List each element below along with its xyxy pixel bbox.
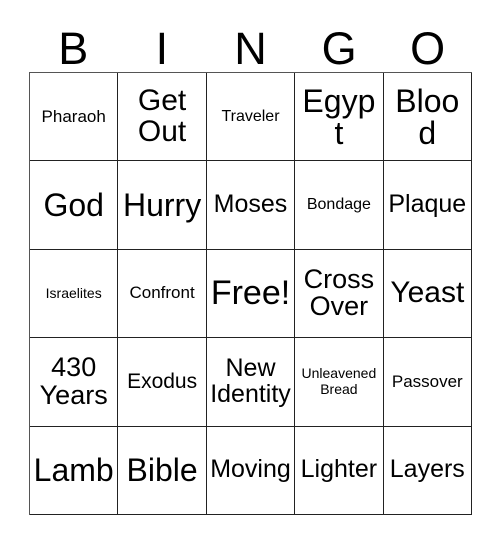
bingo-cell-label: Moving <box>210 455 291 484</box>
bingo-cell[interactable]: Yeast <box>383 249 472 339</box>
bingo-cell[interactable]: Cross Over <box>295 249 384 339</box>
bingo-cell-label: Passover <box>391 371 463 391</box>
bingo-cell[interactable]: Bondage <box>295 161 384 250</box>
bingo-cell[interactable]: Blood <box>383 73 472 162</box>
bingo-cell[interactable]: 430 Years <box>30 338 119 427</box>
bingo-cell-label: Hurry <box>122 187 202 224</box>
bingo-cell[interactable]: Plaque <box>383 161 472 250</box>
bingo-cell[interactable]: Hurry <box>118 161 207 250</box>
bingo-cell-free[interactable]: Free! <box>206 249 296 339</box>
bingo-cell[interactable]: Exodus <box>118 338 207 427</box>
bingo-header-letter-i: I <box>155 23 169 74</box>
bingo-cell-label: Get Out <box>137 84 187 148</box>
bingo-cell[interactable]: Lighter <box>295 426 384 515</box>
bingo-cell[interactable]: Bible <box>118 426 207 515</box>
bingo-cell-label: Israelites <box>45 284 102 301</box>
bingo-cell-label: Blood <box>395 82 460 151</box>
bingo-header-letter-g: G <box>321 23 357 74</box>
bingo-cell-label: Egypt <box>302 82 376 151</box>
bingo-cell-label: Layers <box>389 455 465 484</box>
bingo-cell[interactable]: God <box>30 161 119 250</box>
bingo-cell[interactable]: Get Out <box>118 73 207 162</box>
bingo-cell-label: Unleavened Bread <box>301 365 377 397</box>
bingo-header-letter-n: N <box>234 23 267 74</box>
bingo-cell-label: Free! <box>210 274 291 313</box>
bingo-cell-label: Yeast <box>390 276 465 310</box>
bingo-cell-label: Traveler <box>221 108 280 126</box>
bingo-cell-label: Moses <box>213 190 288 219</box>
bingo-cell-label: Pharaoh <box>41 106 106 126</box>
bingo-cell[interactable]: Pharaoh <box>30 73 119 162</box>
bingo-cell-label: New Identity <box>210 354 291 408</box>
bingo-cell-label: Plaque <box>388 190 467 219</box>
bingo-cell-label: Lighter <box>300 455 378 484</box>
bingo-cell[interactable]: New Identity <box>206 338 296 427</box>
bingo-cell[interactable]: Lamb <box>30 426 119 515</box>
bingo-cell-label: Bondage <box>306 196 371 214</box>
bingo-cell[interactable]: Unleavened Bread <box>295 338 384 427</box>
bingo-cell[interactable]: Layers <box>383 426 472 515</box>
bingo-cell[interactable]: Moving <box>206 426 296 515</box>
bingo-header-row: B I N G O <box>29 14 472 72</box>
bingo-cell-label: Exodus <box>127 369 198 393</box>
bingo-cell-label: Confront <box>129 283 195 303</box>
bingo-cell-label: Bible <box>126 452 198 489</box>
bingo-header-letter-o: O <box>410 23 446 74</box>
bingo-cell[interactable]: Confront <box>118 249 207 339</box>
bingo-cell-label: Cross Over <box>303 263 375 322</box>
bingo-cell-label: Lamb <box>33 452 114 489</box>
bingo-card: B I N G O Pharaoh Get Out Traveler Egypt… <box>0 0 500 544</box>
bingo-cell[interactable]: Moses <box>206 161 296 250</box>
bingo-cell[interactable]: Traveler <box>206 73 296 162</box>
bingo-cell-label: God <box>43 187 104 224</box>
bingo-cell[interactable]: Egypt <box>295 73 384 162</box>
bingo-cell-label: 430 Years <box>39 352 108 410</box>
bingo-grid: Pharaoh Get Out Traveler Egypt Blood God… <box>29 72 472 515</box>
bingo-cell[interactable]: Passover <box>383 338 472 427</box>
bingo-header-letter-b: B <box>58 23 89 74</box>
bingo-cell[interactable]: Israelites <box>30 249 119 339</box>
